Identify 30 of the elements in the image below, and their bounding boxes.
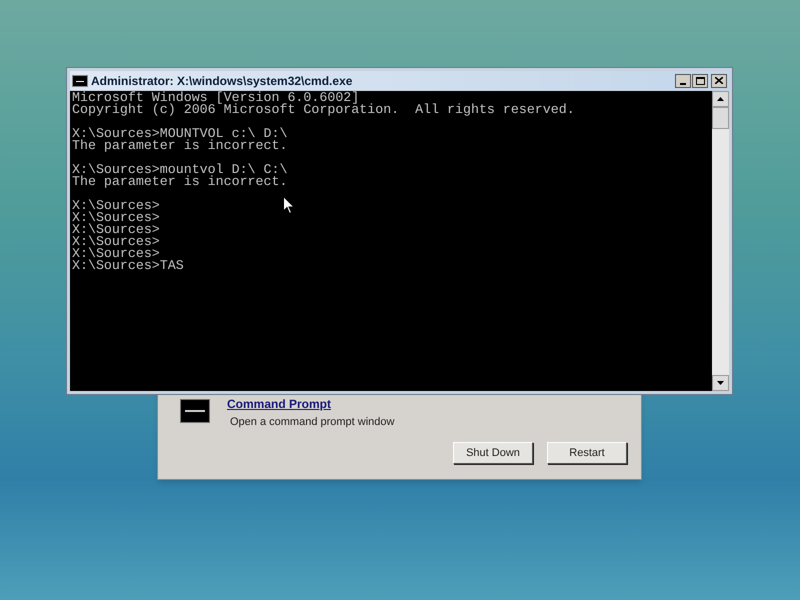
command-prompt-icon (180, 399, 210, 423)
window-title: Administrator: X:\windows\system32\cmd.exe (91, 72, 352, 90)
console-line: X:\Sources>MOUNTVOL c:\ D:\ (72, 128, 288, 140)
scroll-thumb[interactable] (712, 107, 729, 129)
console-line: The parameter is incorrect. (72, 176, 288, 188)
close-button[interactable] (711, 74, 727, 88)
tool-description: Open a command prompt window (230, 415, 394, 430)
scroll-up-button[interactable] (712, 91, 729, 107)
maximize-button[interactable] (692, 74, 708, 88)
up-arrow-icon (717, 97, 724, 101)
console-line: X:\Sources> (72, 212, 160, 224)
console-line: X:\Sources> (72, 236, 160, 248)
console-line: X:\Sources>mountvol D:\ C:\ (72, 164, 288, 176)
console-line: X:\Sources> (72, 200, 160, 212)
minimize-button[interactable] (675, 74, 691, 88)
console-line: X:\Sources>TAS (72, 260, 184, 272)
scrollbar[interactable] (712, 91, 729, 391)
close-icon (715, 77, 723, 84)
down-arrow-icon (717, 381, 724, 385)
console-line: X:\Sources> (72, 248, 160, 260)
console-line: Copyright (c) 2006 Microsoft Corporation. All rights reserved. (72, 104, 575, 116)
console-line: Microsoft Windows [Version 6.0.6002] (72, 92, 360, 104)
console-line: X:\Sources> (72, 224, 160, 236)
scroll-down-button[interactable] (712, 375, 729, 391)
console-icon (72, 74, 88, 86)
dialog-button[interactable]: Shut Down (453, 442, 533, 464)
console-line: The parameter is incorrect. (72, 140, 288, 152)
dialog-button[interactable]: Restart (547, 442, 627, 464)
command-prompt-link[interactable]: Command Prompt (227, 395, 332, 413)
mouse-cursor-icon (283, 196, 295, 215)
